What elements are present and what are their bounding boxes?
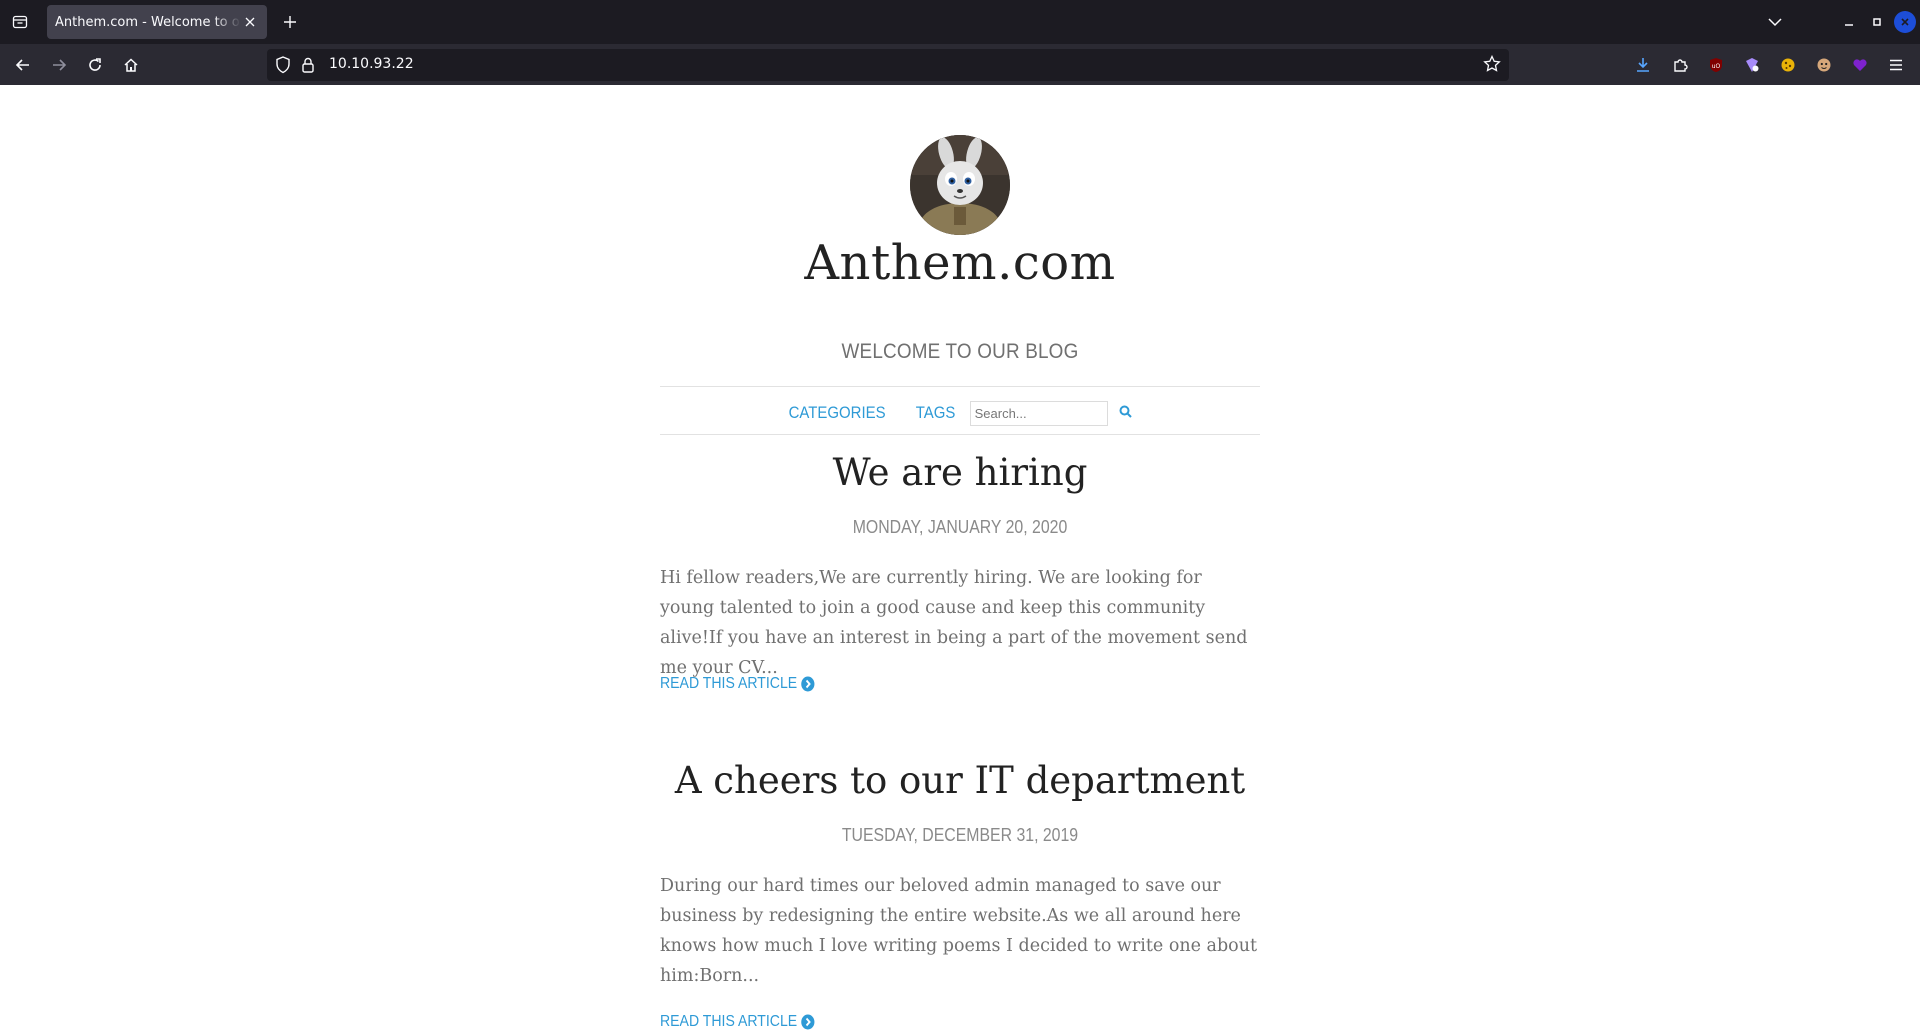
post-excerpt: During our hard times our beloved admin … bbox=[660, 876, 1258, 986]
url-text[interactable]: 10.10.93.22 bbox=[329, 56, 414, 72]
site-title[interactable]: Anthem.com bbox=[660, 235, 1260, 291]
site-tagline: WELCOME TO OUR BLOG bbox=[841, 340, 1079, 363]
nav-categories-link[interactable]: CATEGORIES bbox=[789, 403, 886, 423]
site-logo-avatar bbox=[910, 135, 1010, 235]
forward-arrow-icon[interactable] bbox=[46, 52, 72, 78]
url-bar[interactable]: 10.10.93.22 bbox=[267, 49, 1509, 81]
bookmark-star-icon[interactable] bbox=[1483, 54, 1501, 77]
browser-tab[interactable]: Anthem.com - Welcome to our blog bbox=[47, 5, 267, 39]
chevron-circle-right-icon bbox=[801, 1014, 815, 1030]
divider bbox=[660, 434, 1260, 435]
post-date: MONDAY, JANUARY 20, 2020 bbox=[852, 517, 1068, 537]
close-icon[interactable] bbox=[241, 13, 259, 31]
back-arrow-icon[interactable] bbox=[10, 52, 36, 78]
home-icon[interactable] bbox=[118, 52, 144, 78]
post-title[interactable]: We are hiring bbox=[660, 451, 1260, 494]
read-more-label: READ THIS ARTICLE bbox=[660, 1013, 798, 1030]
ublock-origin-icon[interactable]: uO bbox=[1703, 52, 1729, 78]
new-tab-icon[interactable] bbox=[278, 10, 302, 34]
tab-bar: Anthem.com - Welcome to our blog bbox=[0, 0, 1920, 44]
extension-heart-icon[interactable] bbox=[1847, 52, 1873, 78]
read-more-label: READ THIS ARTICLE bbox=[660, 675, 798, 692]
chevron-down-icon[interactable] bbox=[1763, 10, 1787, 34]
maximize-icon[interactable] bbox=[1865, 10, 1889, 34]
search-icon bbox=[1119, 405, 1132, 421]
minimize-icon[interactable] bbox=[1837, 10, 1861, 34]
chevron-circle-right-icon bbox=[801, 676, 815, 692]
close-window-icon[interactable] bbox=[1894, 11, 1916, 33]
hamburger-menu-icon[interactable] bbox=[1883, 52, 1909, 78]
top-navigation: CATEGORIES TAGS bbox=[660, 399, 1260, 427]
extension-shield-icon[interactable] bbox=[1739, 52, 1765, 78]
download-icon[interactable] bbox=[1630, 52, 1656, 78]
nav-tags-link[interactable]: TAGS bbox=[915, 403, 955, 423]
reload-icon[interactable] bbox=[82, 52, 108, 78]
search-input[interactable] bbox=[969, 400, 1108, 426]
divider bbox=[660, 386, 1260, 387]
page-viewport: Anthem.com WELCOME TO OUR BLOG CATEGORIE… bbox=[0, 85, 1920, 1036]
firefox-view-icon[interactable] bbox=[8, 10, 32, 34]
post-title[interactable]: A cheers to our IT department bbox=[660, 759, 1260, 802]
post-date: TUESDAY, DECEMBER 31, 2019 bbox=[841, 825, 1079, 845]
read-article-link[interactable]: READ THIS ARTICLE bbox=[660, 675, 815, 693]
read-article-link[interactable]: READ THIS ARTICLE bbox=[660, 1013, 815, 1031]
extensions-puzzle-icon[interactable] bbox=[1667, 52, 1693, 78]
cookie-extension-icon[interactable] bbox=[1775, 52, 1801, 78]
navigation-toolbar: 10.10.93.22 uO 13 bbox=[0, 44, 1920, 107]
search-button[interactable] bbox=[1114, 401, 1138, 425]
lock-icon[interactable] bbox=[301, 56, 315, 78]
foxyproxy-icon[interactable] bbox=[1811, 52, 1837, 78]
shield-icon[interactable] bbox=[275, 56, 291, 78]
svg-text:uO: uO bbox=[1712, 63, 1721, 70]
tab-title: Anthem.com - Welcome to our blog bbox=[55, 14, 241, 30]
post-excerpt: Hi fellow readers,We are currently hirin… bbox=[660, 568, 1248, 678]
